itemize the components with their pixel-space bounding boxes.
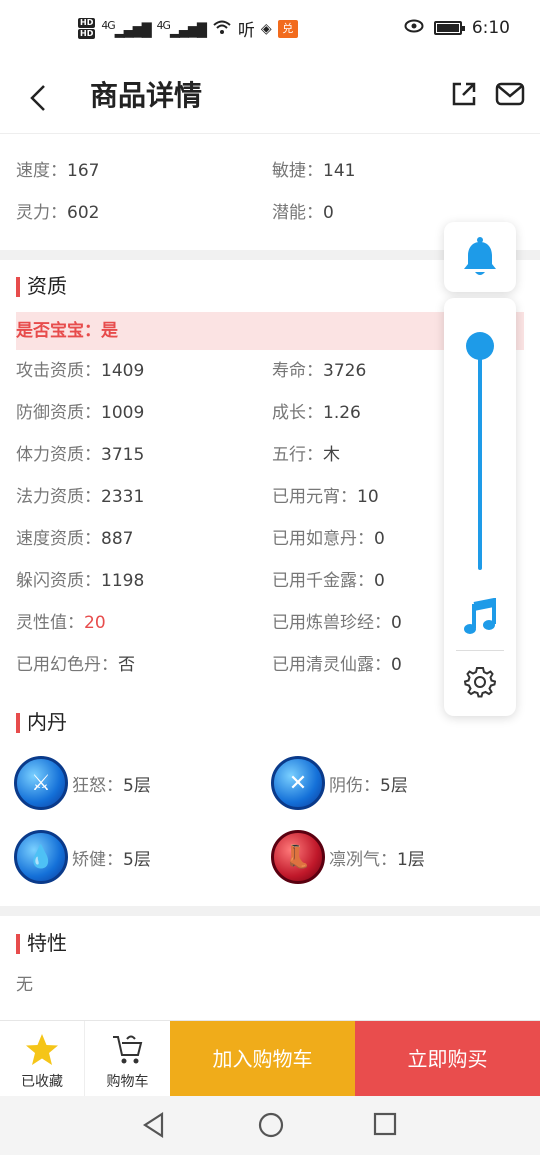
neidan-row: 💧 矫健：5层 👢 凛冽气：1层 — [0, 822, 540, 896]
neidan-item[interactable]: ⚔ 狂怒：5层 — [14, 756, 151, 810]
bottom-action-bar: 已收藏 购物车 加入购物车 立即购买 — [0, 1020, 540, 1097]
product-detail-page: HD HD 4G▂▄▆█ 4G▂▄▆█ 听 ◈ 兑 6:10 商品详情 速度：1… — [0, 0, 540, 1155]
listen-icon: 听 — [237, 21, 255, 41]
square-recents-icon — [373, 1112, 397, 1136]
status-time: 6:10 — [471, 18, 510, 38]
chevron-left-icon — [30, 85, 45, 111]
signal-icon: 4G▂▄▆█ — [101, 18, 151, 39]
neidan-row: ⚔ 狂怒：5层 ✕ 阴伤：5层 — [0, 748, 540, 822]
status-left: HD HD 4G▂▄▆█ 4G▂▄▆█ 听 ◈ 兑 — [78, 16, 298, 41]
favorite-button[interactable]: 已收藏 — [0, 1021, 85, 1097]
traits-section-header: 特性 — [0, 916, 540, 964]
music-note-icon — [464, 597, 496, 634]
system-nav-bar — [0, 1096, 540, 1155]
nav-back-button[interactable] — [140, 1110, 168, 1144]
cart-icon — [112, 1035, 142, 1064]
cart-button[interactable]: 购物车 — [85, 1021, 170, 1097]
location-icon: ◈ — [260, 20, 272, 37]
add-to-cart-button[interactable]: 加入购物车 — [170, 1021, 355, 1097]
gear-icon — [463, 667, 497, 698]
stat-row: 速度：167 敏捷：141 — [16, 161, 356, 181]
mail-icon — [495, 82, 525, 106]
share-icon — [452, 82, 476, 106]
cross-swords-icon: ✕ — [271, 756, 325, 810]
section-divider — [0, 906, 540, 916]
neidan-item[interactable]: ✕ 阴伤：5层 — [271, 756, 408, 810]
mail-button[interactable] — [494, 78, 526, 110]
star-icon — [26, 1034, 58, 1065]
notification-float-button[interactable] — [444, 222, 516, 292]
music-button[interactable] — [462, 597, 498, 640]
page-title: 商品详情 — [90, 79, 203, 112]
neidan-item[interactable]: 👢 凛冽气：1层 — [271, 830, 425, 884]
app-badge-icon: 兑 — [277, 19, 298, 38]
volume-slider-track[interactable] — [478, 338, 482, 570]
nav-recents-button[interactable] — [372, 1111, 398, 1143]
droplet-icon: 💧 — [14, 830, 68, 884]
volume-panel — [444, 298, 516, 716]
triangle-back-icon — [142, 1111, 164, 1139]
hd-indicator: HD HD — [78, 17, 96, 39]
eye-icon — [404, 18, 424, 38]
signal-icon-2: 4G▂▄▆█ — [156, 18, 207, 39]
status-bar: HD HD 4G▂▄▆█ 4G▂▄▆█ 听 ◈ 兑 6:10 — [0, 0, 540, 62]
neidan-item[interactable]: 💧 矫健：5层 — [14, 830, 151, 884]
buy-now-button[interactable]: 立即购买 — [355, 1021, 540, 1097]
nav-home-button[interactable] — [256, 1110, 286, 1144]
share-button[interactable] — [448, 78, 480, 110]
bell-icon — [464, 237, 496, 275]
back-button[interactable] — [24, 78, 60, 118]
traits-value: 无 — [16, 975, 33, 995]
battery-icon — [433, 21, 465, 35]
volume-slider-knob[interactable] — [466, 332, 494, 360]
circle-home-icon — [258, 1112, 284, 1138]
boot-icon: 👢 — [271, 830, 325, 884]
wifi-icon — [212, 19, 232, 39]
sword-icon: ⚔ — [14, 756, 68, 810]
settings-button[interactable] — [463, 666, 497, 702]
status-right: 6:10 — [404, 18, 510, 38]
header: 商品详情 — [0, 62, 540, 134]
